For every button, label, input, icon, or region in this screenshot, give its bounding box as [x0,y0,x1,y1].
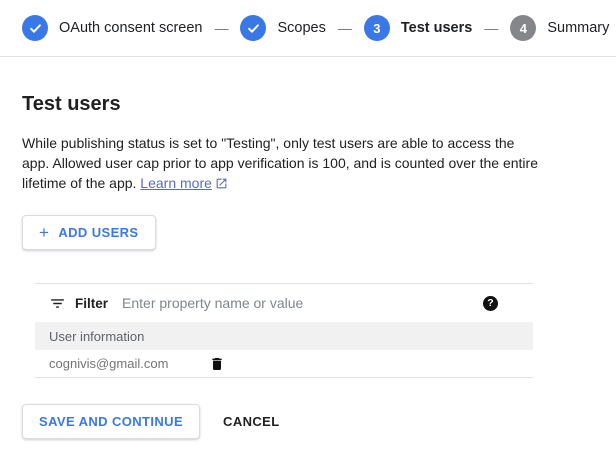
step-summary[interactable]: 4 Summary [510,15,609,41]
help-icon[interactable]: ? [483,296,498,311]
step-label: Test users [401,20,472,36]
filter-icon [49,295,66,312]
learn-more-label: Learn more [140,173,212,193]
filter-input[interactable] [122,295,483,311]
page-description: While publishing status is set to "Testi… [22,133,538,193]
wizard-stepper: OAuth consent screen — Scopes — 3 Test u… [0,0,616,57]
add-users-button[interactable]: + ADD USERS [22,215,156,250]
step-number-badge: 4 [510,15,536,41]
main-content: Test users While publishing status is se… [0,93,616,250]
column-header-user-information: User information [49,329,144,344]
test-users-table: Filter ? User information cognivis@gmail… [35,283,533,378]
filter-bar: Filter ? [35,283,533,322]
learn-more-link[interactable]: Learn more [140,173,228,193]
step-complete-check-icon [22,15,48,41]
save-and-continue-button[interactable]: SAVE AND CONTINUE [22,404,200,439]
step-label: Scopes [277,20,325,36]
external-link-icon [215,177,228,190]
test-user-email: cognivis@gmail.com [49,356,194,371]
step-complete-check-icon [240,15,266,41]
filter-label: Filter [75,296,108,311]
add-users-label: ADD USERS [58,225,138,240]
table-header-row: User information [35,322,533,350]
step-label: OAuth consent screen [59,20,202,36]
table-row: cognivis@gmail.com [35,350,533,378]
footer-actions: SAVE AND CONTINUE CANCEL [0,404,616,439]
step-number-badge: 3 [364,15,390,41]
trash-icon [209,356,225,372]
step-label: Summary [547,20,609,36]
page-title: Test users [22,93,616,116]
cancel-button[interactable]: CANCEL [223,414,280,429]
step-test-users[interactable]: 3 Test users [364,15,472,41]
step-separator: — [484,20,498,36]
step-scopes[interactable]: Scopes [240,15,325,41]
step-oauth-consent-screen[interactable]: OAuth consent screen [22,15,202,41]
step-separator: — [214,20,228,36]
step-separator: — [338,20,352,36]
description-text: While publishing status is set to "Testi… [22,135,538,191]
plus-icon: + [39,226,49,239]
delete-user-button[interactable] [209,356,225,372]
